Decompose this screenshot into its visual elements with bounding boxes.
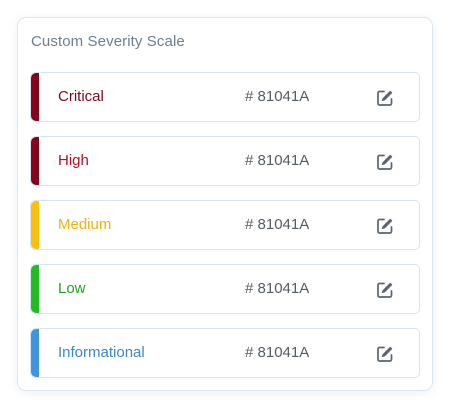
severity-scale-card: Custom Severity Scale Critical # 81041A …	[17, 17, 433, 391]
severity-row-low: Low # 81041A	[30, 264, 420, 314]
edit-severity-button[interactable]	[375, 344, 395, 364]
pencil-square-icon	[377, 346, 393, 362]
pencil-square-icon	[377, 154, 393, 170]
severity-hex-value: # 81041A	[245, 344, 310, 361]
edit-severity-button[interactable]	[375, 280, 395, 300]
severity-color-bar	[31, 329, 39, 377]
pencil-square-icon	[377, 90, 393, 106]
severity-row-informational: Informational # 81041A	[30, 328, 420, 378]
card-title: Custom Severity Scale	[31, 33, 185, 50]
severity-row-critical: Critical # 81041A	[30, 72, 420, 122]
severity-label: Informational	[58, 344, 145, 361]
severity-label: Low	[58, 280, 86, 297]
severity-hex-value: # 81041A	[245, 152, 310, 169]
severity-hex-value: # 81041A	[245, 280, 310, 297]
severity-label: High	[58, 152, 89, 169]
edit-severity-button[interactable]	[375, 88, 395, 108]
severity-color-bar	[31, 73, 39, 121]
severity-color-bar	[31, 201, 39, 249]
severity-row-high: High # 81041A	[30, 136, 420, 186]
severity-row-medium: Medium # 81041A	[30, 200, 420, 250]
severity-color-bar	[31, 137, 39, 185]
edit-severity-button[interactable]	[375, 216, 395, 236]
pencil-square-icon	[377, 282, 393, 298]
edit-severity-button[interactable]	[375, 152, 395, 172]
pencil-square-icon	[377, 218, 393, 234]
severity-hex-value: # 81041A	[245, 216, 310, 233]
severity-hex-value: # 81041A	[245, 88, 310, 105]
severity-color-bar	[31, 265, 39, 313]
severity-label: Critical	[58, 88, 104, 105]
severity-label: Medium	[58, 216, 112, 233]
